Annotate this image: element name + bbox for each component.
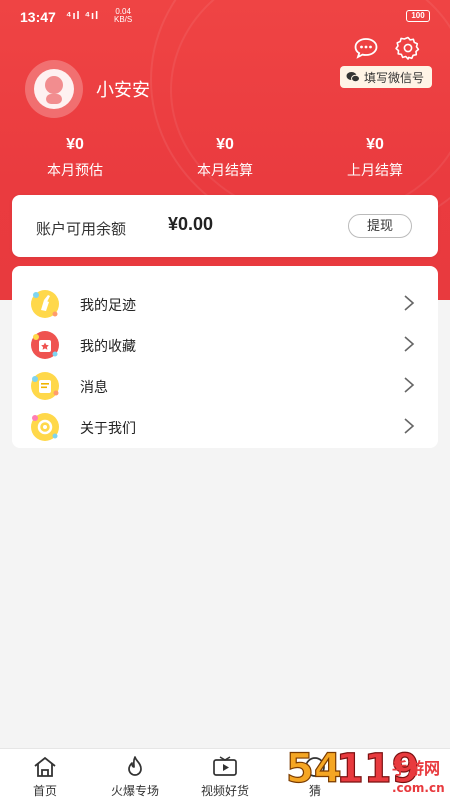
message-button[interactable] xyxy=(351,33,381,63)
stat-label: 本月预估 xyxy=(47,162,103,178)
nav-hot[interactable]: 火爆专场 xyxy=(90,755,180,799)
stat-last-month-settled[interactable]: ¥0 上月结算 xyxy=(300,136,450,180)
stat-month-settled[interactable]: ¥0 本月结算 xyxy=(150,136,300,180)
gear-icon xyxy=(395,36,420,60)
wechat-tag-label: 填写微信号 xyxy=(364,70,425,85)
chat-bubble-icon xyxy=(354,38,378,59)
status-bar: 13:47 ⁴ıl ⁴ıl 0.04 KB/S 100 xyxy=(0,0,450,32)
svg-text:54: 54 xyxy=(286,746,342,792)
chevron-right-icon xyxy=(404,295,415,311)
withdraw-button[interactable]: 提现 xyxy=(348,214,412,238)
flame-icon xyxy=(128,756,142,776)
balance-label: 账户可用余额 xyxy=(36,221,127,238)
menu-list: 我的足迹 我的收藏 消息 关于我们 xyxy=(12,266,438,448)
chevron-right-icon xyxy=(404,377,415,393)
username: 小安安 xyxy=(96,80,150,100)
nav-home[interactable]: 首页 xyxy=(0,755,90,799)
balance-amount: ¥0.00 xyxy=(168,214,214,234)
avatar[interactable] xyxy=(25,60,83,118)
stat-value: ¥0 xyxy=(366,136,384,153)
svg-text:.com.cn: .com.cn xyxy=(392,781,444,795)
menu-item-label: 消息 xyxy=(80,379,108,395)
stat-month-estimate[interactable]: ¥0 本月预估 xyxy=(0,136,150,180)
wechat-icon xyxy=(346,72,360,83)
menu-item-label: 关于我们 xyxy=(80,420,136,436)
network-speed-unit: KB/S xyxy=(114,15,133,24)
about-icon xyxy=(31,413,59,441)
nav-label: 火爆专场 xyxy=(110,784,159,798)
nav-label: 视频好货 xyxy=(200,784,249,798)
menu-item-about[interactable]: 关于我们 xyxy=(12,407,438,447)
menu-item-footprint[interactable]: 我的足迹 xyxy=(12,284,438,324)
chevron-right-icon xyxy=(404,336,415,352)
menu-item-label: 我的收藏 xyxy=(80,338,136,354)
status-time: 13:47 xyxy=(20,9,56,25)
nav-video[interactable]: 视频好货 xyxy=(180,755,270,799)
menu-item-messages[interactable]: 消息 xyxy=(12,366,438,406)
message-icon xyxy=(31,372,59,400)
nav-label: 首页 xyxy=(32,784,57,798)
chevron-right-icon xyxy=(404,418,415,434)
watermark-logo: 54 119 手游网 .com.cn xyxy=(285,745,444,795)
home-icon xyxy=(34,756,56,777)
footprint-icon xyxy=(31,290,59,318)
favorites-icon xyxy=(31,331,59,359)
stat-label: 本月结算 xyxy=(197,162,253,178)
signal-icon: ⁴ıl ⁴ıl xyxy=(66,10,100,22)
svg-text:手游网: 手游网 xyxy=(392,759,440,778)
battery-icon: 100 xyxy=(406,10,430,22)
balance-card: 账户可用余额 ¥0.00 提现 xyxy=(12,195,438,257)
network-speed: 0.04 KB/S xyxy=(114,8,132,24)
stat-value: ¥0 xyxy=(216,136,234,153)
menu-item-favorites[interactable]: 我的收藏 xyxy=(12,325,438,365)
menu-item-label: 我的足迹 xyxy=(80,297,136,313)
settings-button[interactable] xyxy=(393,33,423,63)
default-avatar-icon xyxy=(34,69,74,109)
stat-value: ¥0 xyxy=(66,136,84,153)
stat-label: 上月结算 xyxy=(347,162,403,178)
video-icon xyxy=(213,756,237,776)
fill-wechat-button[interactable]: 填写微信号 xyxy=(340,66,433,88)
